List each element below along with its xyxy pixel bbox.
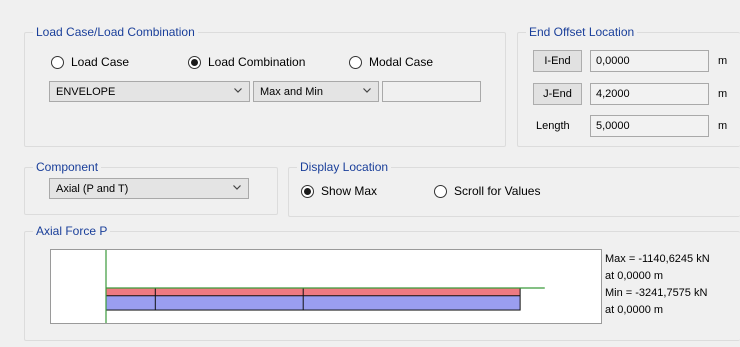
axial-force-group-title: Axial Force P — [33, 224, 111, 239]
radio-load-combination-circle — [188, 55, 201, 69]
combination-select-value: ENVELOPE — [56, 85, 116, 98]
j-end-button[interactable]: J-End — [533, 83, 582, 105]
radio-show-max-label: Show Max — [321, 184, 378, 198]
max-force-area — [106, 288, 521, 296]
length-value: 5,0000 — [590, 115, 709, 137]
component-select[interactable]: Axial (P and T) — [49, 178, 249, 199]
max-min-select[interactable]: Max and Min — [253, 81, 379, 102]
radio-scroll-values[interactable]: Scroll for Values — [434, 184, 540, 198]
radio-load-case[interactable]: Load Case — [51, 55, 129, 69]
radio-scroll-values-label: Scroll for Values — [454, 184, 541, 198]
step-input[interactable] — [382, 81, 481, 102]
max-min-select-value: Max and Min — [260, 85, 323, 98]
load-case-group-title: Load Case/Load Combination — [33, 25, 198, 40]
radio-modal-case-circle — [349, 55, 362, 69]
radio-load-combination-label: Load Combination — [208, 55, 306, 69]
radio-show-max-circle — [301, 184, 314, 198]
min-location-text: at 0,0000 m — [605, 304, 664, 316]
component-group-title: Component — [33, 160, 102, 175]
axial-stats: Max = -1140,6245 kN at 0,0000 m Min = -3… — [605, 251, 710, 319]
end-offset-group-title: End Offset Location — [526, 25, 638, 40]
length-unit: m — [718, 120, 728, 132]
chevron-down-icon — [233, 185, 241, 190]
radio-load-case-label: Load Case — [71, 55, 130, 69]
radio-load-combination[interactable]: Load Combination — [188, 55, 305, 69]
i-end-unit: m — [718, 55, 728, 67]
max-value-text: Max = -1140,6245 kN — [605, 253, 710, 265]
radio-modal-case-label: Modal Case — [369, 55, 434, 69]
i-end-button[interactable]: I-End — [533, 50, 582, 72]
chevron-down-icon — [234, 88, 242, 93]
j-end-unit: m — [718, 88, 728, 100]
i-end-value: 0,0000 — [590, 50, 709, 72]
length-label: Length — [536, 120, 570, 132]
axial-force-svg — [105, 250, 545, 323]
combination-select[interactable]: ENVELOPE — [49, 81, 250, 102]
j-end-value: 4,2000 — [590, 83, 709, 105]
display-location-group-title: Display Location — [297, 160, 392, 175]
radio-show-max[interactable]: Show Max — [301, 184, 377, 198]
min-value-text: Min = -3241,7575 kN — [605, 287, 708, 299]
component-select-value: Axial (P and T) — [56, 182, 129, 195]
radio-scroll-values-circle — [434, 184, 447, 198]
radio-modal-case[interactable]: Modal Case — [349, 55, 433, 69]
min-force-area — [106, 295, 521, 311]
axial-force-diagram — [50, 249, 602, 324]
chevron-down-icon — [363, 88, 371, 93]
max-location-text: at 0,0000 m — [605, 270, 664, 282]
radio-load-case-circle — [51, 55, 64, 69]
